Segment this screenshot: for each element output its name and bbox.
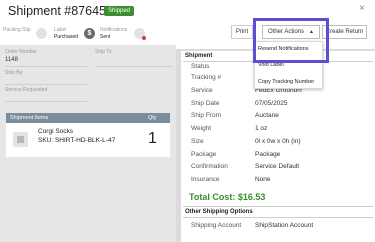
label-value: Purchased: [54, 33, 78, 40]
weight-label: Weight: [191, 125, 212, 132]
menu-item-copy-tracking-number[interactable]: Copy Tracking Number: [258, 79, 314, 85]
divider: [5, 66, 87, 67]
confirmation-label: Confirmation: [191, 163, 228, 170]
size-label: Size: [191, 138, 204, 145]
shipment-items-header: Shipment Items Qty: [6, 113, 170, 123]
confirmation-value: Service Default: [255, 163, 300, 170]
print-button[interactable]: Print: [231, 25, 253, 39]
item-sku: SKU: SHIRT-HD-BLK-L-47: [38, 137, 116, 144]
notifications-label: Notifications: [100, 27, 128, 33]
divider: [183, 217, 373, 218]
packing-slip-status: Packing Slip: [3, 27, 31, 34]
items-header-label: Shipment Items: [10, 115, 49, 121]
item-qty: 1: [148, 130, 157, 147]
status-badge: Shipped: [104, 6, 134, 16]
divider: [183, 206, 373, 207]
divider: [95, 66, 173, 67]
notifications-status: Notifications Sent: [100, 27, 127, 41]
status-label: Status: [191, 63, 210, 70]
notifications-value: Sent: [100, 33, 111, 40]
item-name: Corgi Socks: [38, 128, 74, 135]
highlight-box: [253, 18, 329, 63]
weight-value: 1 oz: [255, 125, 268, 132]
packing-slip-icon[interactable]: [36, 28, 47, 39]
close-icon[interactable]: ×: [359, 3, 365, 14]
notifications-icon[interactable]: [134, 28, 146, 40]
order-number: 1148: [5, 57, 18, 63]
divider: [5, 84, 87, 85]
packing-slip-label: Packing Slip: [3, 27, 31, 33]
size-value: 0l x 0w x 0h (in): [255, 138, 301, 145]
tracking-label: Tracking #: [191, 74, 222, 81]
label-label: Label: [54, 27, 67, 33]
product-thumbnail-icon: [13, 132, 28, 147]
ship-from-label: Ship From: [191, 112, 221, 119]
shipping-account-value[interactable]: ShipStation Account: [255, 222, 313, 229]
ship-to-label: Ship To: [95, 49, 112, 55]
service-label: Service: [191, 87, 213, 94]
total-cost: Total Cost: $16.53: [189, 192, 266, 202]
order-number-label: Order Number: [5, 49, 37, 55]
package-label: Package: [191, 151, 217, 158]
qty-header: Qty: [148, 115, 157, 121]
divider: [5, 101, 87, 102]
ship-date-value: 07/05/2025: [255, 100, 288, 107]
label-status: Label Purchased: [54, 27, 78, 41]
shipping-account-label: Shipping Account: [191, 222, 242, 229]
ship-from-value: Auctane: [255, 112, 279, 119]
dollar-icon[interactable]: $: [84, 28, 95, 39]
ship-date-label: Ship Date: [191, 100, 220, 107]
package-value: Package: [255, 151, 281, 158]
insurance-label: Insurance: [191, 176, 220, 183]
other-shipping-heading: Other Shipping Options: [185, 209, 253, 215]
ship-by-label: Ship By: [5, 70, 23, 76]
insurance-value: None: [255, 176, 271, 183]
alert-dot-icon: [142, 36, 146, 40]
service-requested-label: Service Requested: [5, 87, 48, 93]
shipment-heading: Shipment: [185, 53, 213, 59]
